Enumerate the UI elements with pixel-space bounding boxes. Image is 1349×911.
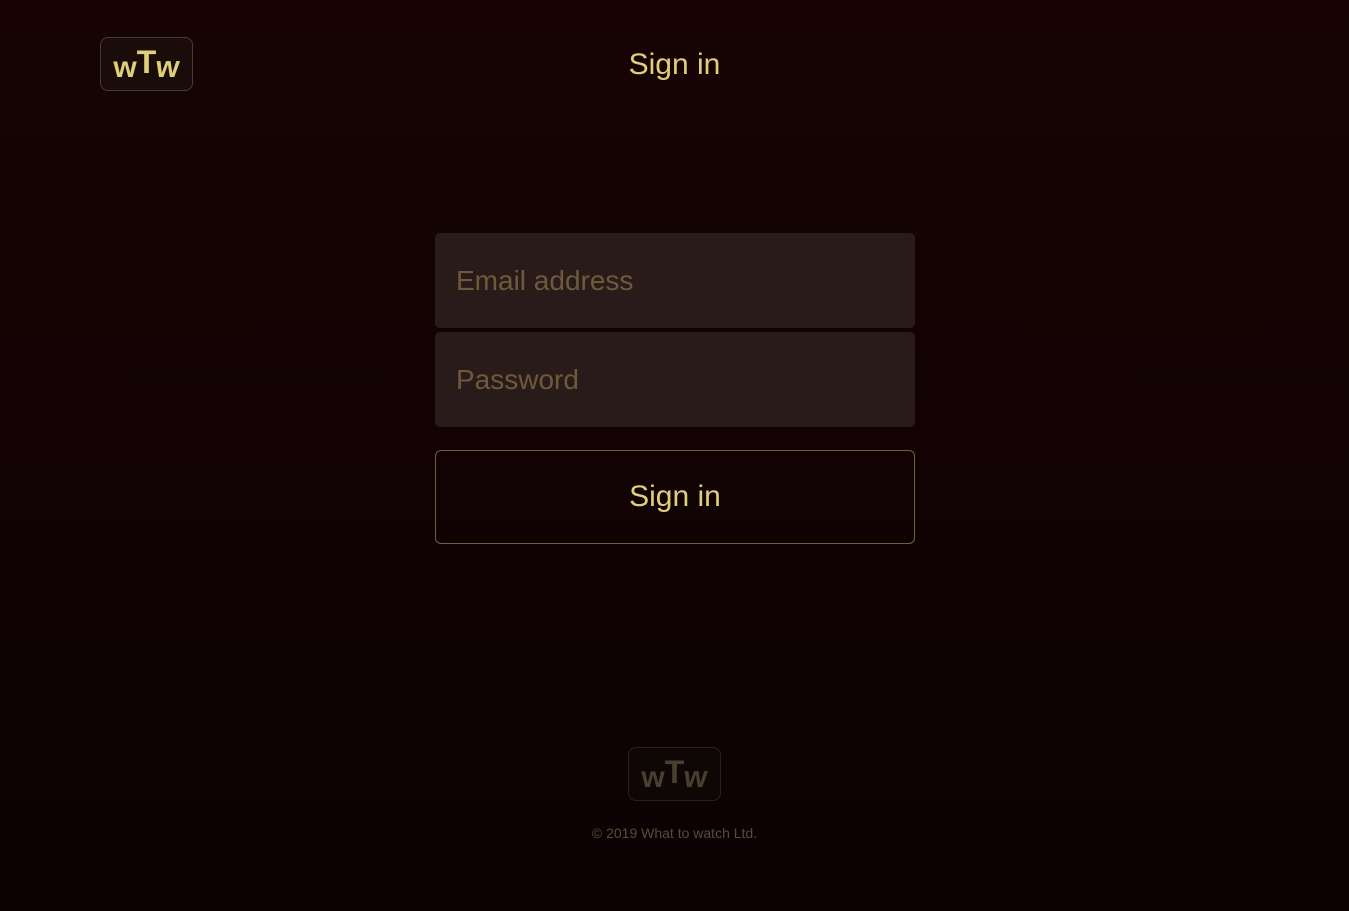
copyright-text: © 2019 What to watch Ltd. [591,825,758,841]
sign-in-button[interactable]: Sign in [435,450,915,544]
password-field[interactable] [435,332,915,427]
logo-letter-w: w [641,761,665,794]
email-field[interactable] [435,233,915,328]
page-title: Sign in [628,48,721,81]
logo-letter-t: T [664,754,685,790]
sign-in-form: Sign in [435,233,915,544]
page-header: w T w Sign in [0,0,1349,130]
logo-letter-w: w [682,761,710,794]
footer-logo-link[interactable]: w T w [628,747,721,801]
